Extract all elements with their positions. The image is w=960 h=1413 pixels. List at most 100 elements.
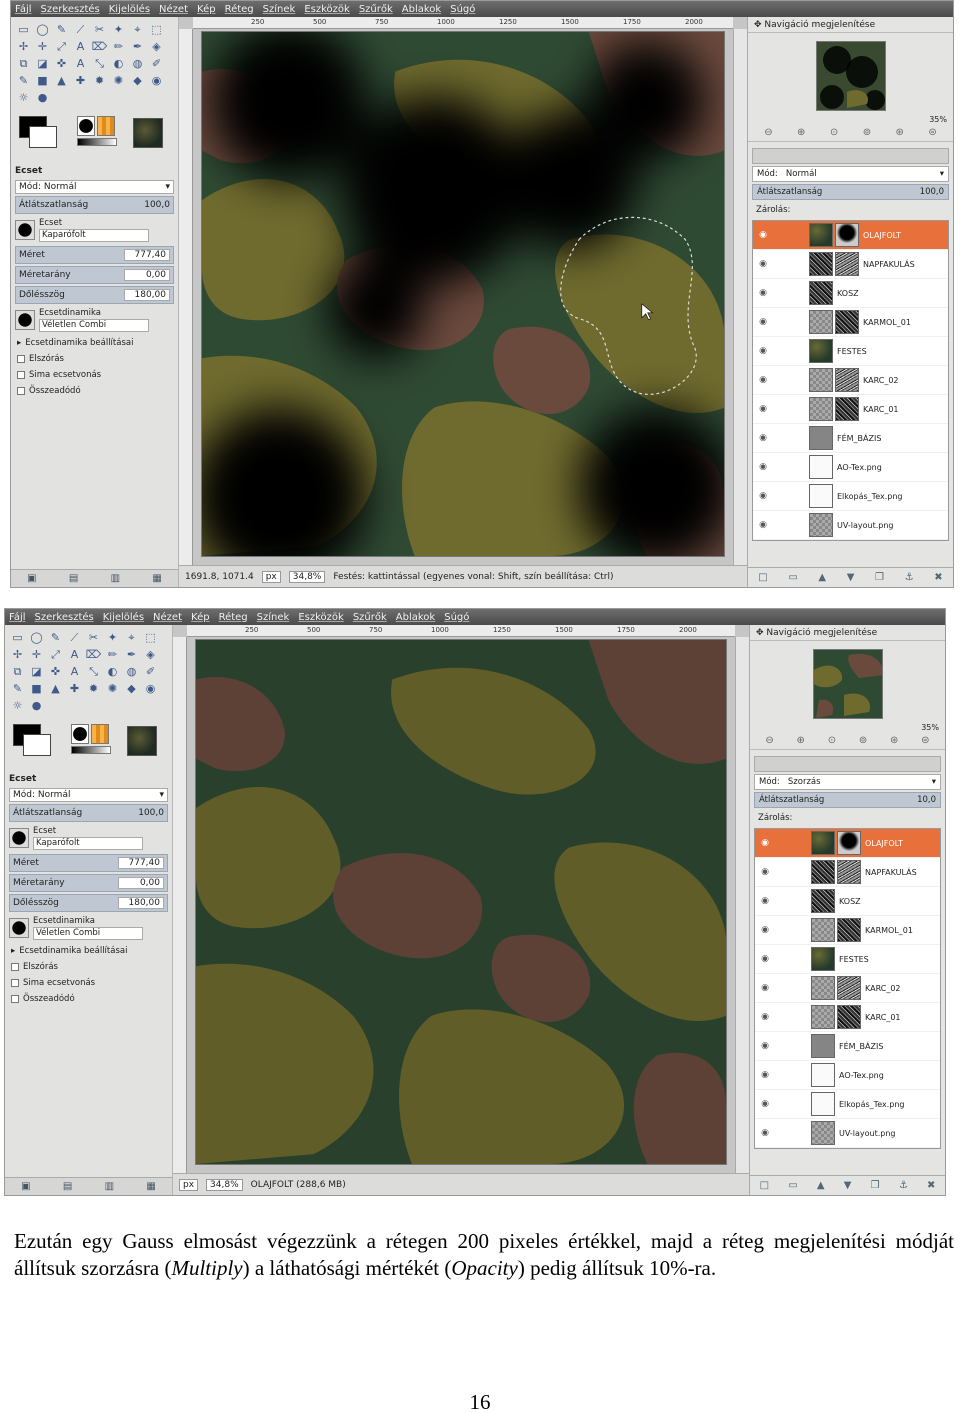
gradient-icon[interactable]: ◆ — [129, 72, 146, 89]
image-preview[interactable] — [133, 118, 163, 148]
eye-icon[interactable]: ◉ — [753, 375, 773, 385]
zoom-select[interactable]: 34,8% — [206, 1178, 243, 1191]
pattern-preview[interactable] — [97, 116, 115, 136]
dynamics-select[interactable]: Ecsetdinamika Véletlen Combi — [9, 916, 168, 940]
layer-row[interactable]: ◉ NAPFAKULÁS — [755, 858, 940, 887]
save-icon[interactable]: ▣ — [21, 1181, 30, 1192]
eye-icon[interactable]: ◉ — [755, 838, 775, 848]
dynamics-options-expander[interactable]: ▸ Ecsetdinamika beállításai — [11, 946, 166, 956]
airbrush-icon[interactable]: ✐ — [142, 663, 159, 680]
layer-row[interactable]: ◉ KOSZ — [755, 887, 940, 916]
dodge-burn-icon[interactable]: ☼ — [15, 89, 32, 106]
menu-item[interactable]: Fájl — [15, 4, 32, 15]
eye-icon[interactable]: ◉ — [753, 404, 773, 414]
perspective-icon[interactable]: ⧉ — [15, 55, 32, 72]
size-slider[interactable]: Méret 777,40 — [9, 854, 168, 872]
airbrush-icon[interactable]: ✐ — [148, 55, 165, 72]
navigation-preview[interactable] — [812, 649, 883, 719]
unit-select[interactable]: px — [261, 570, 281, 583]
new-group-icon[interactable]: ▭ — [788, 1180, 797, 1191]
menu-item[interactable]: Súgó — [444, 612, 469, 623]
foreground-select-icon[interactable]: ✦ — [110, 21, 127, 38]
layer-row[interactable]: ◉ AO-Tex.png — [753, 453, 948, 482]
layer-row[interactable]: ◉ KARMOL_01 — [755, 916, 940, 945]
menu-item[interactable]: Nézet — [153, 612, 182, 623]
eye-icon[interactable]: ◉ — [755, 1070, 775, 1080]
measure-icon[interactable]: ✛ — [28, 646, 45, 663]
image-canvas[interactable] — [195, 639, 727, 1165]
heal-icon[interactable]: ◈ — [148, 38, 165, 55]
fuzzy-select-icon[interactable]: ⟋ — [66, 629, 83, 646]
eye-icon[interactable]: ◉ — [753, 317, 773, 327]
flip-icon[interactable]: ⤡ — [85, 663, 102, 680]
eye-icon[interactable]: ◉ — [755, 896, 775, 906]
gradient-preview[interactable] — [77, 138, 117, 146]
text-tool-icon[interactable]: A — [72, 55, 89, 72]
color-picker-icon[interactable]: ⬚ — [142, 629, 159, 646]
paths-icon[interactable]: ⌖ — [129, 21, 146, 38]
free-select-icon[interactable]: ✎ — [53, 21, 70, 38]
vertical-scrollbar[interactable] — [735, 637, 749, 1173]
cage-icon[interactable]: ✹ — [85, 680, 102, 697]
layer-mode-select[interactable]: Mód: Normál ▾ — [752, 166, 949, 182]
menu-item[interactable]: Kép — [197, 4, 216, 15]
eye-icon[interactable]: ◉ — [753, 259, 773, 269]
fade-checkbox[interactable]: Elszórás — [11, 962, 166, 972]
image-canvas[interactable] — [201, 31, 725, 557]
image-preview[interactable] — [127, 726, 157, 756]
eye-icon[interactable]: ◉ — [753, 346, 773, 356]
eye-icon[interactable]: ◉ — [755, 1041, 775, 1051]
layer-row[interactable]: ◉ FESTES — [755, 945, 940, 974]
angle-slider[interactable]: Dőlésszög 180,00 — [9, 894, 168, 912]
menu-item[interactable]: Ablakok — [402, 4, 441, 15]
menu-item[interactable]: Nézet — [159, 4, 188, 15]
duplicate-layer-icon[interactable]: ❐ — [871, 1180, 880, 1191]
new-group-icon[interactable]: ▭ — [788, 572, 797, 583]
aspect-slider[interactable]: Méretarány 0,00 — [9, 874, 168, 892]
convolve-icon[interactable]: ◉ — [148, 72, 165, 89]
move-icon[interactable]: ⤢ — [53, 38, 70, 55]
anchor-icon[interactable]: ⚓ — [899, 1180, 908, 1191]
warp-icon[interactable]: ✺ — [110, 72, 127, 89]
gradient-icon[interactable]: ◆ — [123, 680, 140, 697]
smudge-icon[interactable]: ◍ — [123, 663, 140, 680]
bucket-fill-icon[interactable]: ▲ — [47, 680, 64, 697]
blur-icon[interactable]: ◪ — [28, 663, 45, 680]
ink-drop-icon[interactable]: ● — [28, 697, 45, 714]
crop-icon[interactable]: ✚ — [72, 72, 89, 89]
layer-row[interactable]: ◉ FÉM_BÁZIS — [755, 1032, 940, 1061]
menu-item[interactable]: Színek — [263, 4, 296, 15]
fade-checkbox[interactable]: Elszórás — [17, 354, 172, 364]
layer-row[interactable]: ◉ KARMOL_01 — [753, 308, 948, 337]
pattern-preview[interactable] — [91, 724, 109, 744]
mode-select[interactable]: Mód: Normál ▾ — [15, 180, 174, 194]
paths-icon[interactable]: ⌖ — [123, 629, 140, 646]
mode-select[interactable]: Mód: Normál ▾ — [9, 788, 168, 802]
eye-icon[interactable]: ◉ — [755, 867, 775, 877]
text-icon[interactable]: A — [66, 646, 83, 663]
smooth-stroke-checkbox[interactable]: Sima ecsetvonás — [11, 978, 166, 988]
new-layer-icon[interactable]: □ — [760, 1180, 769, 1191]
heal-icon[interactable]: ◈ — [142, 646, 159, 663]
scissors-icon[interactable]: ✂ — [91, 21, 108, 38]
incremental-checkbox[interactable]: Összeadódó — [11, 994, 166, 1004]
paintbrush-icon[interactable]: ✎ — [9, 680, 26, 697]
dock-tabs[interactable] — [754, 756, 941, 772]
layer-opacity-slider[interactable]: Átlátszatlanság 10,0 — [754, 792, 941, 808]
menu-item[interactable]: Súgó — [450, 4, 475, 15]
opacity-slider[interactable]: Átlátszatlanság 100,0 — [15, 196, 174, 214]
background-color[interactable] — [23, 734, 51, 756]
menu-item[interactable]: Szerkesztés — [41, 4, 100, 15]
layer-row[interactable]: ◉ KARC_02 — [755, 974, 940, 1003]
rect-select-icon[interactable]: ▭ — [9, 629, 26, 646]
layer-row[interactable]: ◉ KARC_01 — [755, 1003, 940, 1032]
zoom-1-icon[interactable]: ⊙ — [830, 127, 838, 138]
eye-icon[interactable]: ◉ — [753, 491, 773, 501]
delete-icon[interactable]: ▥ — [105, 1181, 114, 1192]
aspect-slider[interactable]: Méretarány 0,00 — [15, 266, 174, 284]
fuzzy-select-icon[interactable]: ⟋ — [72, 21, 89, 38]
blur-icon[interactable]: ◪ — [34, 55, 51, 72]
eye-icon[interactable]: ◉ — [755, 1099, 775, 1109]
reset-icon[interactable]: ▦ — [146, 1181, 155, 1192]
layer-row[interactable]: ◉ AO-Tex.png — [755, 1061, 940, 1090]
